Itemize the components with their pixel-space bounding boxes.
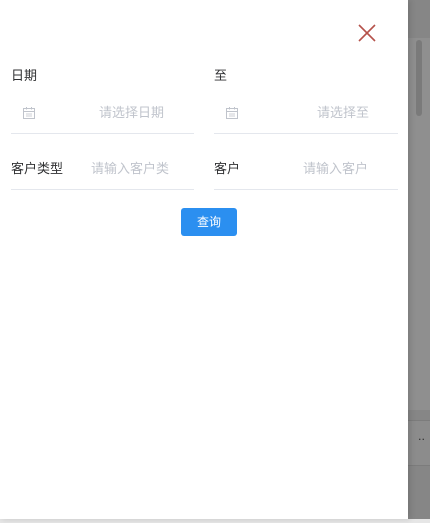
date-to-picker[interactable]: 请选择至 xyxy=(214,96,398,134)
date-from-label: 日期 xyxy=(11,69,38,84)
more-icon: ·· xyxy=(418,433,425,446)
customer-type-placeholder: 请输入客户类 xyxy=(91,162,170,177)
customer-label: 客户 xyxy=(214,162,241,177)
query-button[interactable]: 查询 xyxy=(181,208,237,236)
date-to-placeholder: 请选择至 xyxy=(317,106,370,121)
calendar-icon xyxy=(23,107,35,119)
calendar-icon xyxy=(226,107,238,119)
scrollbar-thumb[interactable] xyxy=(416,40,422,116)
customer-input[interactable]: 请输入客户 xyxy=(292,152,398,190)
date-from-picker[interactable]: 请选择日期 xyxy=(11,96,194,134)
customer-placeholder: 请输入客户 xyxy=(303,162,369,177)
customer-type-label: 客户类型 xyxy=(11,162,64,177)
customer-type-input[interactable]: 请输入客户类 xyxy=(82,152,194,190)
filter-drawer: 日期 请选择日期 至 请选择至 客户类型 请输入客户类 客户 请输入客户 查询 xyxy=(0,0,408,519)
date-from-placeholder: 请选择日期 xyxy=(99,106,165,121)
date-to-label: 至 xyxy=(214,69,228,84)
bottom-strip xyxy=(0,519,430,523)
customer-type-divider xyxy=(11,189,82,190)
close-icon[interactable] xyxy=(356,22,378,44)
customer-divider xyxy=(214,189,292,190)
